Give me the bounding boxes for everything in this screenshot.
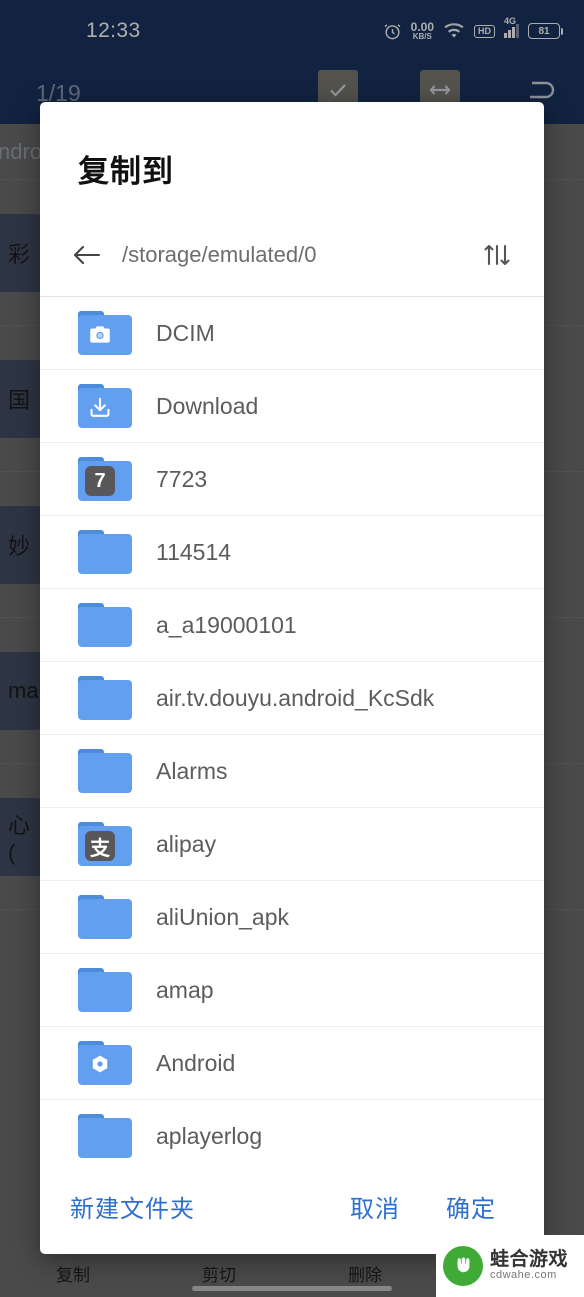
cancel-button[interactable]: 取消 bbox=[350, 1189, 400, 1224]
copy-to-dialog: 复制到 /storage/emulated/0 DCIM Download 7 772… bbox=[40, 102, 544, 1254]
folder-name: Android bbox=[156, 1049, 236, 1076]
folder-name: alipay bbox=[156, 830, 217, 857]
folder-icon bbox=[78, 749, 132, 793]
folder-name: aliUnion_apk bbox=[156, 903, 289, 930]
folder-list-item[interactable]: Download bbox=[40, 370, 544, 443]
folder-icon bbox=[78, 895, 132, 939]
arrow-left-icon[interactable] bbox=[66, 234, 108, 276]
sort-icon[interactable] bbox=[476, 234, 518, 276]
folder-name: 7723 bbox=[156, 465, 208, 492]
folder-name: a_a19000101 bbox=[156, 611, 297, 638]
camera-icon bbox=[85, 320, 115, 350]
folder-list-item[interactable]: DCIM bbox=[40, 297, 544, 370]
dialog-path-bar: /storage/emulated/0 bbox=[40, 213, 544, 297]
watermark-title: 蛙合游戏 bbox=[490, 1249, 569, 1271]
folder-name: Alarms bbox=[156, 757, 228, 784]
folder-name: DCIM bbox=[156, 319, 215, 346]
folder-name: 114514 bbox=[156, 538, 232, 565]
folder-icon: 7 bbox=[78, 457, 132, 501]
folder-list-item[interactable]: 7 7723 bbox=[40, 443, 544, 516]
folder-list-item[interactable]: aliUnion_apk bbox=[40, 881, 544, 954]
folder-name: Download bbox=[156, 392, 259, 419]
folder-list-item[interactable]: a_a19000101 bbox=[40, 589, 544, 662]
folder-icon bbox=[78, 968, 132, 1012]
folder-icon bbox=[78, 530, 132, 574]
folder-icon bbox=[78, 1114, 132, 1158]
folder-list-item[interactable]: amap bbox=[40, 954, 544, 1027]
dialog-title: 复制到 bbox=[78, 154, 174, 189]
watermark: 蛙合游戏 cdwahe.com bbox=[436, 1235, 584, 1297]
folder-list-item[interactable]: 支 alipay bbox=[40, 808, 544, 881]
folder-icon bbox=[78, 676, 132, 720]
confirm-button[interactable]: 确定 bbox=[446, 1189, 496, 1224]
folder-list-item[interactable]: Android bbox=[40, 1027, 544, 1100]
folder-icon bbox=[78, 311, 132, 355]
current-path[interactable]: /storage/emulated/0 bbox=[122, 242, 476, 268]
gear-icon bbox=[85, 1050, 115, 1080]
folder-icon: 支 bbox=[78, 822, 132, 866]
download-icon bbox=[85, 393, 115, 423]
folder-name: air.tv.douyu.android_KcSdk bbox=[156, 684, 435, 711]
folder-list-item[interactable]: air.tv.douyu.android_KcSdk bbox=[40, 662, 544, 735]
folder-badge-glyph: 7 bbox=[85, 466, 115, 496]
folder-list-item[interactable]: 114514 bbox=[40, 516, 544, 589]
watermark-logo-icon bbox=[443, 1246, 483, 1286]
folder-icon bbox=[78, 1041, 132, 1085]
folder-badge-glyph: 支 bbox=[85, 831, 115, 861]
folder-list[interactable]: DCIM Download 7 7723 114514 a_a19000101 air.tv… bbox=[40, 297, 544, 1158]
folder-name: amap bbox=[156, 976, 214, 1003]
folder-icon bbox=[78, 603, 132, 647]
watermark-url: cdwahe.com bbox=[490, 1269, 557, 1282]
folder-list-item[interactable]: aplayerlog bbox=[40, 1100, 544, 1158]
watermark-text: 蛙合游戏 cdwahe.com bbox=[490, 1250, 568, 1281]
folder-name: aplayerlog bbox=[156, 1122, 263, 1149]
new-folder-button[interactable]: 新建文件夹 bbox=[70, 1189, 195, 1224]
folder-icon bbox=[78, 384, 132, 428]
phone-screen: 12:33 0.00 KB/S HD 4G 81 1/19 ndroi 彩 国 … bbox=[0, 0, 584, 1297]
folder-list-item[interactable]: Alarms bbox=[40, 735, 544, 808]
